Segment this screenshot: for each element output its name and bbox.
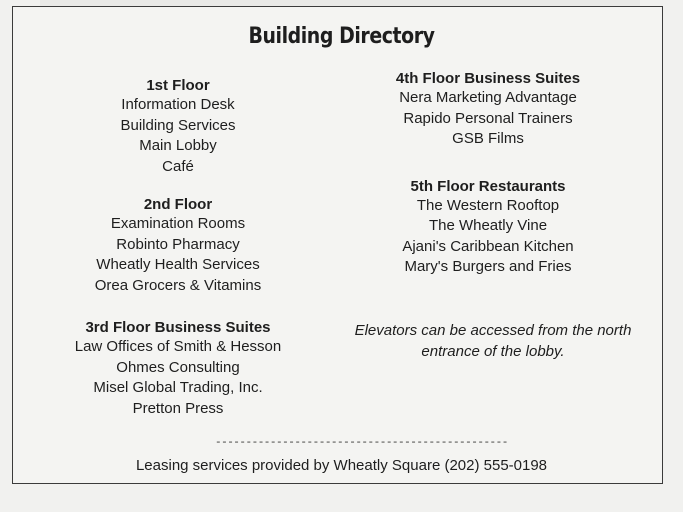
floor-2-heading: 2nd Floor xyxy=(143,196,213,213)
list-item: GSB Films xyxy=(452,130,524,147)
left-column: 1st Floor Information Desk Building Serv… xyxy=(38,76,318,419)
list-item: Ajani's Caribbean Kitchen xyxy=(402,237,574,255)
floor-2-section: 2nd Floor Examination Rooms Robinto Phar… xyxy=(38,195,318,296)
elevator-note: Elevators can be accessed from the north… xyxy=(354,322,632,360)
page-title: Building Directory xyxy=(248,24,435,49)
list-item: Rapido Personal Trainers xyxy=(403,109,573,127)
list-item: Information Desk xyxy=(121,96,235,113)
floor-4-heading: 4th Floor Business Suites xyxy=(395,70,581,87)
floor-5-heading: 5th Floor Restaurants xyxy=(410,177,566,195)
list-item: Robinto Pharmacy xyxy=(116,235,240,253)
floor-3-section: 3rd Floor Business Suites Law Offices of… xyxy=(38,318,318,419)
list-item: Pretton Press xyxy=(132,399,224,417)
list-item: Orea Grocers & Vitamins xyxy=(94,276,262,294)
leasing-footer: Leasing services provided by Wheatly Squ… xyxy=(135,457,548,474)
list-item: Café xyxy=(162,157,194,175)
list-item: Examination Rooms xyxy=(110,215,246,232)
list-item: The Wheatly Vine xyxy=(428,217,548,234)
floor-3-heading: 3rd Floor Business Suites xyxy=(85,319,271,336)
floor-1-heading: 1st Floor xyxy=(146,77,210,94)
list-item: The Western Rooftop xyxy=(416,196,560,214)
floor-4-section: 4th Floor Business Suites Nera Marketing… xyxy=(343,69,633,150)
floor-5-section: 5th Floor Restaurants The Western Roofto… xyxy=(343,177,633,278)
list-item: Building Services xyxy=(120,116,236,134)
list-item: Nera Marketing Advantage xyxy=(399,89,577,106)
list-item: Wheatly Health Services xyxy=(96,256,260,273)
list-item: Mary's Burgers and Fries xyxy=(404,258,572,275)
list-item: Ohmes Consulting xyxy=(116,358,240,376)
list-item: Misel Global Trading, Inc. xyxy=(93,379,263,396)
divider-line: ----------------------------------------… xyxy=(215,437,508,449)
list-item: Law Offices of Smith & Hesson xyxy=(74,338,282,355)
right-column: 4th Floor Business Suites Nera Marketing… xyxy=(343,69,633,278)
list-item: Main Lobby xyxy=(139,137,217,154)
floor-1-section: 1st Floor Information Desk Building Serv… xyxy=(38,76,318,177)
